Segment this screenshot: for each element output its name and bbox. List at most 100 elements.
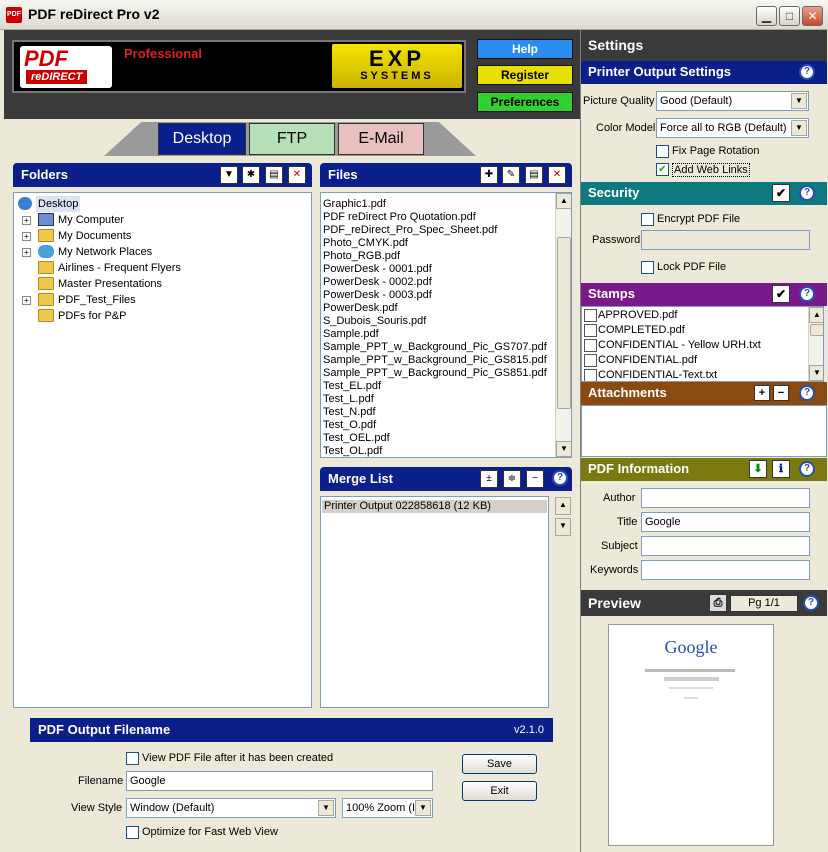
scroll-down-icon[interactable]: ▼: [556, 441, 571, 457]
pdf-info-help-icon[interactable]: ?: [799, 461, 815, 477]
fix-rotation-checkbox[interactable]: [656, 145, 669, 158]
stamp-checkbox[interactable]: [584, 369, 597, 381]
stamp-item[interactable]: COMPLETED.pdf: [598, 324, 685, 336]
stamp-item[interactable]: APPROVED.pdf: [598, 309, 677, 321]
expand-icon[interactable]: +: [22, 216, 31, 225]
file-item[interactable]: Photo_RGB.pdf: [323, 250, 400, 263]
close-button[interactable]: ✕: [802, 6, 823, 26]
help-button[interactable]: Help: [477, 39, 573, 59]
view-after-checkbox[interactable]: [126, 752, 139, 765]
keywords-input[interactable]: [641, 560, 810, 580]
folder-item-pdf-test-files[interactable]: + PDF_Test_Files: [22, 292, 302, 308]
merge-remove-icon[interactable]: −: [526, 470, 544, 488]
file-item[interactable]: Test_N.pdf: [323, 406, 376, 419]
scroll-down-icon[interactable]: ▼: [809, 365, 823, 381]
file-item[interactable]: PowerDesk - 0003.pdf: [323, 289, 432, 302]
zoom-select[interactable]: 100% Zoom (I ▼: [342, 798, 433, 818]
web-links-checkbox[interactable]: ✔: [656, 163, 669, 176]
subject-input[interactable]: [641, 536, 810, 556]
expand-icon[interactable]: +: [22, 296, 31, 305]
expand-icon[interactable]: +: [22, 232, 31, 241]
rename-file-icon[interactable]: ▤: [525, 166, 543, 184]
file-item[interactable]: Test_OEL.pdf: [323, 432, 390, 445]
stamps-scrollbar[interactable]: ▲ ▼: [808, 307, 823, 381]
file-item[interactable]: Sample_PPT_w_Background_Pic_GS707.pdf: [323, 341, 547, 354]
file-item[interactable]: Test_EL.pdf: [323, 380, 381, 393]
folder-item-my-documents[interactable]: + My Documents: [22, 228, 302, 244]
folder-item-my-computer[interactable]: + My Computer: [22, 212, 302, 228]
merge-add-icon[interactable]: ±: [480, 470, 498, 488]
print-icon[interactable]: ⎙: [709, 594, 727, 612]
register-button[interactable]: Register: [477, 65, 573, 85]
file-item[interactable]: Test_O.pdf: [323, 419, 376, 432]
folder-item-master-presentations[interactable]: Master Presentations: [22, 276, 302, 292]
stamp-item[interactable]: CONFIDENTIAL.pdf: [598, 354, 697, 366]
exit-button[interactable]: Exit: [462, 781, 537, 801]
edit-file-icon[interactable]: ✎: [502, 166, 520, 184]
delete-folder-icon[interactable]: ✕: [288, 166, 306, 184]
file-item[interactable]: Sample.pdf: [323, 328, 379, 341]
folder-item-network-places[interactable]: + My Network Places: [22, 244, 302, 260]
expand-icon[interactable]: +: [22, 248, 31, 257]
encrypt-checkbox[interactable]: [641, 213, 654, 226]
chevron-down-icon[interactable]: ▼: [415, 800, 431, 816]
file-list-scrollbar[interactable]: ▲ ▼: [555, 193, 571, 457]
file-item[interactable]: Graphic1.pdf: [323, 198, 386, 211]
merge-item[interactable]: Printer Output 022858618 (12 KB): [322, 500, 547, 513]
preview-help-icon[interactable]: ?: [803, 595, 819, 611]
maximize-button[interactable]: □: [779, 6, 800, 26]
file-item[interactable]: S_Dubois_Souris.pdf: [323, 315, 426, 328]
preferences-button[interactable]: Preferences: [477, 92, 573, 112]
color-model-select[interactable]: Force all to RGB (Default) ▼: [656, 118, 809, 138]
stamp-item[interactable]: CONFIDENTIAL - Yellow URH.txt: [598, 339, 761, 351]
stamp-checkbox[interactable]: [584, 309, 597, 322]
file-item[interactable]: Photo_CMYK.pdf: [323, 237, 408, 250]
minimize-button[interactable]: ▁: [756, 6, 777, 26]
attachments-list[interactable]: [581, 405, 827, 457]
stamp-checkbox[interactable]: [584, 354, 597, 367]
author-input[interactable]: [641, 488, 810, 508]
new-folder-icon[interactable]: ✱: [242, 166, 260, 184]
tab-ftp[interactable]: FTP: [249, 123, 335, 155]
folder-tree[interactable]: Desktop + My Computer + My Documents + M…: [13, 192, 312, 708]
import-info-icon[interactable]: ⬇: [749, 460, 767, 478]
security-enable-icon[interactable]: ✔: [772, 184, 790, 202]
scroll-up-icon[interactable]: ▲: [809, 307, 823, 323]
scroll-thumb[interactable]: [557, 237, 571, 409]
add-attachment-icon[interactable]: +: [754, 385, 770, 401]
file-item[interactable]: PDF_reDirect_Pro_Spec_Sheet.pdf: [323, 224, 497, 237]
attachments-help-icon[interactable]: ?: [799, 385, 815, 401]
file-item[interactable]: Test_OL.pdf: [323, 445, 382, 457]
lock-checkbox[interactable]: [641, 261, 654, 274]
stamp-checkbox[interactable]: [584, 339, 597, 352]
tab-desktop[interactable]: Desktop: [158, 123, 246, 155]
remove-attachment-icon[interactable]: −: [773, 385, 789, 401]
folders-dropdown-icon[interactable]: ▼: [220, 166, 238, 184]
preview-page[interactable]: Google: [608, 624, 774, 846]
file-item[interactable]: PowerDesk - 0001.pdf: [323, 263, 432, 276]
stamp-item[interactable]: CONFIDENTIAL-Text.txt: [598, 369, 717, 381]
stamp-checkbox[interactable]: [584, 324, 597, 337]
new-file-icon[interactable]: ✚: [480, 166, 498, 184]
printer-help-icon[interactable]: ?: [799, 64, 815, 80]
stamps-list[interactable]: APPROVED.pdf COMPLETED.pdf CONFIDENTIAL …: [581, 306, 824, 382]
file-item[interactable]: Sample_PPT_w_Background_Pic_GS815.pdf: [323, 354, 547, 367]
picture-quality-select[interactable]: Good (Default) ▼: [656, 91, 809, 111]
folder-item-pdfs-for-pp[interactable]: PDFs for P&P: [22, 308, 302, 324]
scroll-thumb[interactable]: [810, 324, 823, 336]
save-button[interactable]: Save: [462, 754, 537, 774]
security-help-icon[interactable]: ?: [799, 185, 815, 201]
tab-email[interactable]: E-Mail: [338, 123, 424, 155]
stamps-help-icon[interactable]: ?: [799, 286, 815, 302]
scroll-up-icon[interactable]: ▲: [556, 193, 571, 209]
chevron-down-icon[interactable]: ▼: [318, 800, 334, 816]
file-item[interactable]: Test_L.pdf: [323, 393, 374, 406]
filename-input[interactable]: Google: [126, 771, 433, 791]
file-item[interactable]: Sample_PPT_w_Background_Pic_GS851.pdf: [323, 367, 547, 380]
merge-list[interactable]: Printer Output 022858618 (12 KB): [320, 496, 549, 708]
optimize-checkbox[interactable]: [126, 826, 139, 839]
info-details-icon[interactable]: ℹ: [772, 460, 790, 478]
chevron-down-icon[interactable]: ▼: [791, 93, 807, 109]
merge-move-down-icon[interactable]: ▼: [555, 518, 571, 536]
merge-move-up-icon[interactable]: ▲: [555, 497, 571, 515]
